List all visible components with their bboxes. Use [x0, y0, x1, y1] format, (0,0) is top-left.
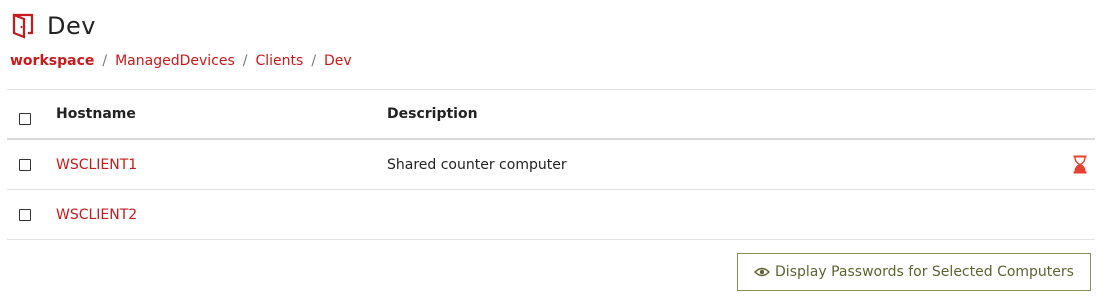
hostname-link[interactable]: WSCLIENT2	[56, 207, 137, 223]
column-header-description[interactable]: Description	[387, 106, 478, 122]
row-checkbox[interactable]	[19, 158, 31, 171]
breadcrumb-clients[interactable]: Clients	[255, 53, 303, 69]
door-icon	[10, 12, 36, 40]
page-title: Dev	[47, 12, 96, 40]
table-row: WSCLIENT2	[7, 190, 1095, 240]
description-cell: Shared counter computer	[387, 156, 567, 173]
hostname-link[interactable]: WSCLIENT1	[56, 157, 137, 173]
breadcrumb-separator: /	[242, 53, 248, 69]
breadcrumb-dev[interactable]: Dev	[324, 53, 352, 69]
title-row: Dev	[10, 8, 96, 44]
row-checkbox[interactable]	[19, 208, 31, 221]
breadcrumb: workspace / ManagedDevices / Clients / D…	[10, 53, 352, 69]
page: Dev workspace / ManagedDevices / Clients…	[0, 0, 1104, 306]
select-all-checkbox[interactable]	[19, 113, 31, 125]
hourglass-icon[interactable]	[1073, 155, 1087, 175]
breadcrumb-workspace[interactable]: workspace	[10, 53, 94, 69]
breadcrumb-manageddevices[interactable]: ManagedDevices	[115, 53, 235, 69]
breadcrumb-separator: /	[311, 53, 317, 69]
computers-table: Hostname Description WSCLIENT1 Shared co…	[7, 89, 1095, 240]
eye-icon	[754, 266, 771, 278]
display-passwords-label: Display Passwords for Selected Computers	[775, 264, 1074, 280]
breadcrumb-separator: /	[102, 53, 108, 69]
display-passwords-button[interactable]: Display Passwords for Selected Computers	[737, 253, 1091, 291]
table-row: WSCLIENT1 Shared counter computer	[7, 140, 1095, 190]
table-header-row: Hostname Description	[7, 89, 1095, 140]
column-header-hostname[interactable]: Hostname	[56, 106, 136, 122]
